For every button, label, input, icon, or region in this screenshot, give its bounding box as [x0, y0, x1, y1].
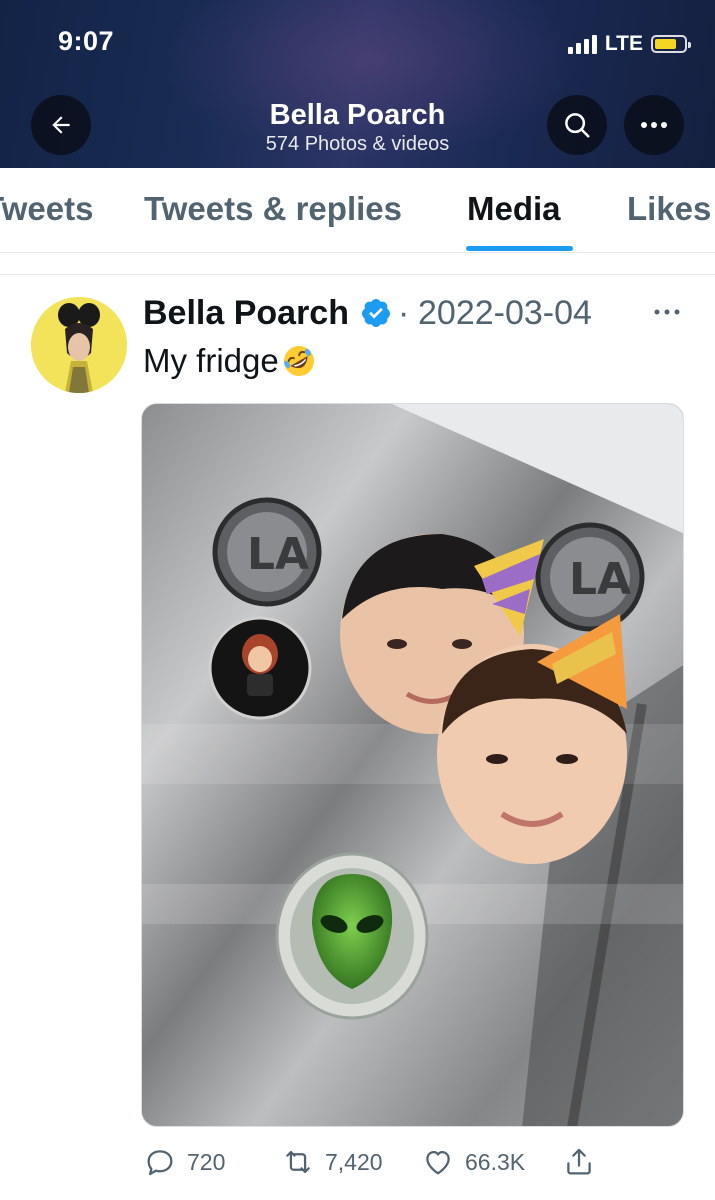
tweet-text-content: My fridge	[143, 342, 279, 379]
like-count: 66.3K	[465, 1148, 526, 1175]
tab-label: Media	[467, 190, 561, 227]
more-options-button[interactable]	[624, 95, 684, 155]
tweet-date[interactable]: 2022-03-04	[418, 294, 592, 333]
tab-label: Tweets	[0, 190, 94, 227]
battery-icon	[651, 35, 691, 53]
tab-label: Tweets & replies	[144, 190, 402, 227]
more-horizontal-icon	[641, 122, 667, 128]
avatar[interactable]	[31, 297, 127, 393]
signal-icon	[567, 34, 597, 54]
status-indicators: LTE	[567, 30, 691, 58]
svg-text:LA: LA	[569, 554, 631, 605]
tweet-actions: 720 7,420 66.3K	[0, 1145, 715, 1185]
tab-likes[interactable]: Likes	[627, 190, 711, 228]
status-time: 9:07	[58, 26, 115, 56]
header-subtitle: 574 Photos & videos	[265, 133, 450, 155]
search-button[interactable]	[547, 95, 607, 155]
share-icon	[567, 1148, 591, 1175]
divider	[0, 274, 715, 275]
retweet-count: 7,420	[325, 1148, 383, 1175]
heart-icon	[426, 1150, 450, 1175]
tweet-text: My fridge	[143, 342, 317, 380]
network-label: LTE	[604, 32, 643, 55]
battery-fill	[655, 39, 676, 49]
tab-label: Likes	[627, 190, 712, 227]
tab-tweets[interactable]: Tweets	[0, 190, 93, 228]
tweet-more-icon[interactable]	[652, 302, 682, 322]
share-button[interactable]	[562, 1145, 596, 1179]
active-tab-indicator	[466, 246, 573, 251]
reply-count: 720	[187, 1148, 226, 1175]
profile-header: 9:07 LTE Bella Poarch 574 Photos & video…	[0, 0, 715, 168]
avatar-image	[31, 297, 127, 393]
tab-tweets-replies[interactable]: Tweets & replies	[144, 190, 402, 228]
reply-button[interactable]: 720	[143, 1145, 225, 1179]
meta-separator: ·	[398, 294, 410, 332]
verified-badge-icon	[362, 299, 390, 327]
header-title: Bella Poarch	[269, 99, 446, 131]
tweet-author-name[interactable]: Bella Poarch	[143, 294, 349, 333]
profile-tabs: Tweets Tweets & replies Media Likes	[0, 168, 715, 253]
retweet-icon	[286, 1150, 310, 1174]
tweet-media-photo[interactable]: LA LA	[141, 403, 684, 1127]
search-icon	[565, 113, 590, 138]
retweet-button[interactable]: 7,420	[281, 1145, 383, 1179]
tab-media[interactable]: Media	[467, 190, 561, 228]
svg-text:LA: LA	[247, 529, 309, 580]
fridge-photo-image: LA LA	[142, 404, 683, 1126]
like-button[interactable]: 66.3K	[421, 1145, 525, 1179]
rolling-on-floor-laughing-emoji-icon	[283, 346, 314, 376]
reply-icon	[147, 1150, 173, 1176]
